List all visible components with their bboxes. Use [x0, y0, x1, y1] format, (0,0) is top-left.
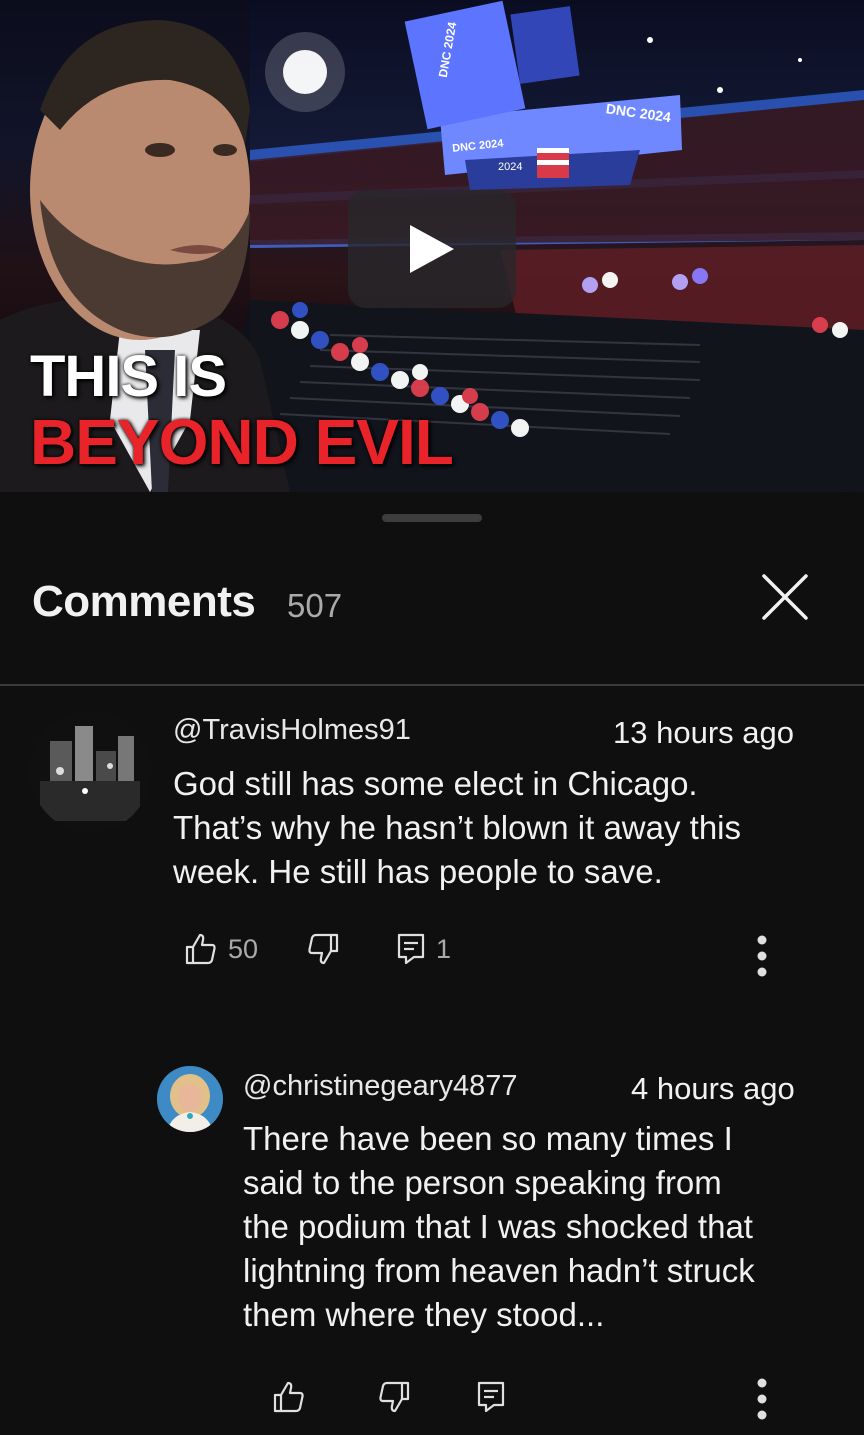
reply-item: @christinegeary4877 4 hours ago There ha… [0, 492, 864, 1435]
reply-text-line: the podium that I was shocked that [243, 1208, 753, 1245]
more-vert-icon [757, 1378, 767, 1420]
reply-text-line: said to the person speaking from [243, 1164, 722, 1201]
reply-time: 4 hours ago [631, 1071, 795, 1106]
more-options-button[interactable] [752, 1377, 772, 1421]
video-player[interactable]: DNC 2024 DNC 2024 2024 DNC 2024 THIS IS … [0, 0, 864, 492]
reply-text-line: lightning from heaven hadn’t struck [243, 1252, 755, 1289]
dislike-button[interactable] [377, 1380, 411, 1414]
reply-text-line: them where they stood... [243, 1296, 605, 1333]
avatar[interactable] [157, 1066, 223, 1132]
thumbs-up-icon [273, 1381, 304, 1413]
thumbnail-title-line1: THIS IS [30, 344, 227, 409]
avatar-image [157, 1066, 223, 1132]
reply-text: There have been so many times I said to … [243, 1117, 833, 1337]
jumbotron-sign: 2024 [498, 161, 522, 173]
like-button[interactable] [272, 1380, 306, 1414]
reply-text-line: There have been so many times I [243, 1120, 733, 1157]
play-button[interactable] [348, 190, 516, 308]
comment-icon [477, 1381, 505, 1413]
reply-author[interactable]: @christinegeary4877 [243, 1070, 517, 1103]
reply-actions [272, 1380, 832, 1424]
youtube-comments-screen: DNC 2024 DNC 2024 2024 DNC 2024 THIS IS … [0, 0, 864, 1435]
thumbnail-title-line2: BEYOND EVIL [30, 406, 454, 478]
comments-panel: Comments 507 @TravisHolmes91 13 hours ag… [0, 492, 864, 1435]
reply-button[interactable] [476, 1380, 506, 1414]
thumbs-down-icon [379, 1381, 410, 1413]
play-icon [410, 225, 454, 273]
